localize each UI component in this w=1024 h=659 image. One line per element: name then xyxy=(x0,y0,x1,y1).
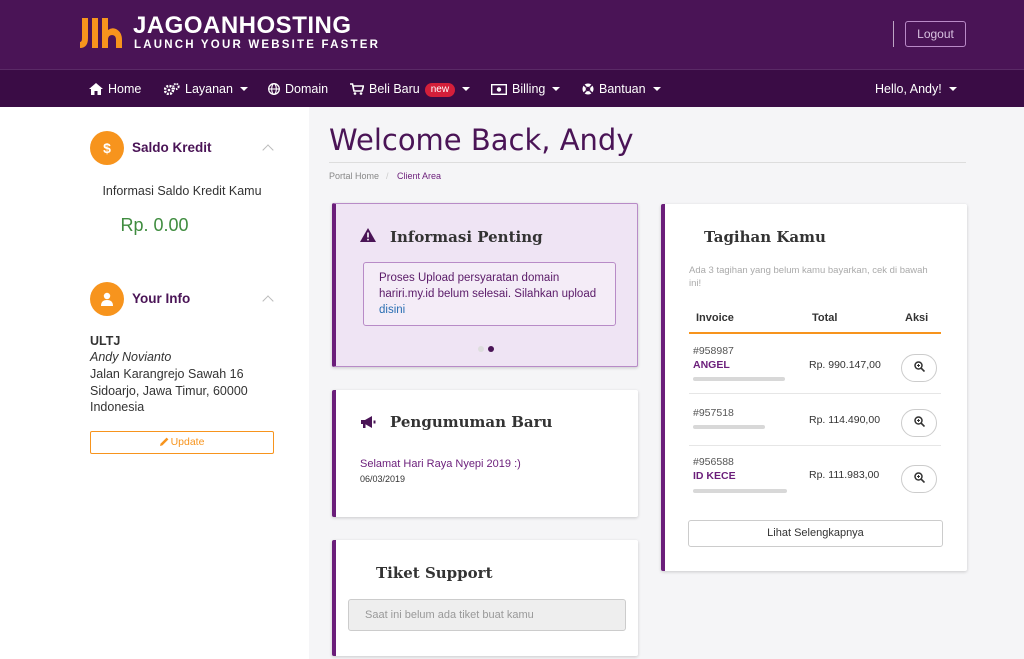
your-info-title: Your Info xyxy=(132,291,191,306)
blurred-domain xyxy=(693,425,765,429)
col-total: Total xyxy=(812,312,838,324)
col-invoice: Invoice xyxy=(696,312,734,324)
tagihan-title: Tagihan Kamu xyxy=(704,228,826,246)
brand-tagline: LAUNCH YOUR WEBSITE FASTER xyxy=(134,39,381,51)
header-divider xyxy=(893,21,894,47)
home-icon xyxy=(89,83,103,95)
table-header-line xyxy=(689,332,941,334)
invoice-total: Rp. 111.983,00 xyxy=(809,469,880,481)
gears-icon xyxy=(163,82,180,96)
main-navbar: Home Layanan Domain Beli Baru new Billing… xyxy=(0,69,1024,107)
money-icon xyxy=(490,83,508,96)
nav-domain-label: Domain xyxy=(285,82,329,96)
nav-layanan-label: Layanan xyxy=(185,82,233,96)
info-penting-card: Informasi Penting Proses Upload persyara… xyxy=(332,203,638,367)
title-divider xyxy=(329,162,966,163)
user-icon xyxy=(90,282,124,316)
carousel-dot-active[interactable] xyxy=(488,346,494,352)
nav-beli-baru[interactable]: Beli Baru new xyxy=(350,70,471,108)
row-divider xyxy=(689,393,941,394)
cart-icon xyxy=(350,83,365,95)
blurred-domain xyxy=(693,489,787,493)
tiket-title: Tiket Support xyxy=(376,564,493,582)
info-penting-title: Informasi Penting xyxy=(390,228,543,246)
invoice-number[interactable]: #956588 xyxy=(693,456,734,468)
nav-bantuan[interactable]: Bantuan xyxy=(582,70,661,108)
col-aksi: Aksi xyxy=(905,312,929,324)
ticket-status-field: Saat ini belum ada tiket buat kamu xyxy=(348,599,626,631)
tiket-support-card: Tiket Support xyxy=(332,540,638,656)
chevron-down-icon xyxy=(462,87,471,91)
nav-home[interactable]: Home xyxy=(89,70,141,108)
megaphone-icon xyxy=(361,416,376,428)
nav-layanan[interactable]: Layanan xyxy=(163,70,248,108)
invoice-total: Rp. 990.147,00 xyxy=(809,359,881,371)
info-name: Andy Novianto xyxy=(90,350,172,364)
tagihan-description: Ada 3 tagihan yang belum kamu bayarkan, … xyxy=(689,265,928,289)
saldo-title: Saldo Kredit xyxy=(132,140,212,155)
page-title: Welcome Back, Andy xyxy=(329,123,634,157)
lifebuoy-icon xyxy=(582,83,594,95)
info-notice: Proses Upload persyaratan domain hariri.… xyxy=(363,262,616,326)
pencil-icon xyxy=(159,437,168,446)
brand-name[interactable]: JAGOANHOSTING xyxy=(133,12,352,40)
nav-billing-label: Billing xyxy=(512,82,546,96)
update-label: Update xyxy=(170,436,205,448)
blurred-domain xyxy=(693,377,785,381)
user-menu[interactable]: Hello, Andy! xyxy=(875,70,957,108)
nav-bantuan-label: Bantuan xyxy=(599,82,646,96)
announcement-date: 06/03/2019 xyxy=(360,474,406,484)
chevron-down-icon xyxy=(552,87,561,91)
info-company: ULTJ xyxy=(90,334,121,348)
jagoan-logo-icon[interactable] xyxy=(78,14,124,54)
info-country: Indonesia xyxy=(90,400,145,414)
nav-domain[interactable]: Domain xyxy=(268,70,328,108)
info-address-line1: Jalan Karangrejo Sawah 16 xyxy=(90,367,244,381)
top-header: JAGOANHOSTING LAUNCH YOUR WEBSITE FASTER… xyxy=(0,0,1024,69)
nav-home-label: Home xyxy=(108,82,142,96)
invoice-name: ID KECE xyxy=(693,470,736,482)
user-menu-label: Hello, Andy! xyxy=(875,82,942,96)
dollar-icon: $ xyxy=(90,131,124,165)
update-button[interactable]: Update xyxy=(90,431,274,454)
announcement-link[interactable]: Selamat Hari Raya Nyepi 2019 :) xyxy=(360,458,521,470)
view-invoice-button[interactable] xyxy=(901,409,937,437)
upload-link[interactable]: disini xyxy=(379,304,405,316)
tagihan-card: Tagihan Kamu Ada 3 tagihan yang belum ka… xyxy=(661,204,967,571)
globe-icon xyxy=(268,83,280,95)
breadcrumb-home[interactable]: Portal Home xyxy=(329,171,379,181)
breadcrumb-current: Client Area xyxy=(397,171,442,181)
info-address-line2: Sidoarjo, Jawa Timur, 60000 xyxy=(90,384,248,398)
row-divider xyxy=(689,445,941,446)
view-invoice-button[interactable] xyxy=(901,354,937,382)
info-notice-text: Proses Upload persyaratan domain hariri.… xyxy=(379,272,597,300)
nav-beli-baru-label: Beli Baru xyxy=(369,82,420,96)
view-invoice-button[interactable] xyxy=(901,465,937,493)
nav-billing[interactable]: Billing xyxy=(490,70,561,108)
invoice-number[interactable]: #957518 xyxy=(693,407,734,419)
invoice-total: Rp. 114.490,00 xyxy=(809,414,881,426)
zoom-icon xyxy=(913,416,925,428)
new-badge: new xyxy=(424,83,456,97)
warning-icon xyxy=(360,228,376,242)
view-more-button[interactable]: Lihat Selengkapnya xyxy=(688,520,943,547)
saldo-value: Rp. 0.00 xyxy=(120,215,189,235)
carousel-dot[interactable] xyxy=(478,346,484,352)
pengumuman-title: Pengumuman Baru xyxy=(390,413,553,431)
chevron-down-icon xyxy=(948,87,957,91)
chevron-down-icon xyxy=(652,87,661,91)
invoice-number[interactable]: #958987 xyxy=(693,345,734,357)
chevron-down-icon xyxy=(239,87,248,91)
zoom-icon xyxy=(913,472,925,484)
breadcrumb-separator: / xyxy=(386,171,389,181)
logout-button[interactable]: Logout xyxy=(905,21,966,47)
zoom-icon xyxy=(913,361,925,373)
saldo-description: Informasi Saldo Kredit Kamu xyxy=(102,184,262,198)
invoice-name: ANGEL xyxy=(693,359,730,371)
pengumuman-card: Pengumuman Baru Selamat Hari Raya Nyepi … xyxy=(332,390,638,517)
